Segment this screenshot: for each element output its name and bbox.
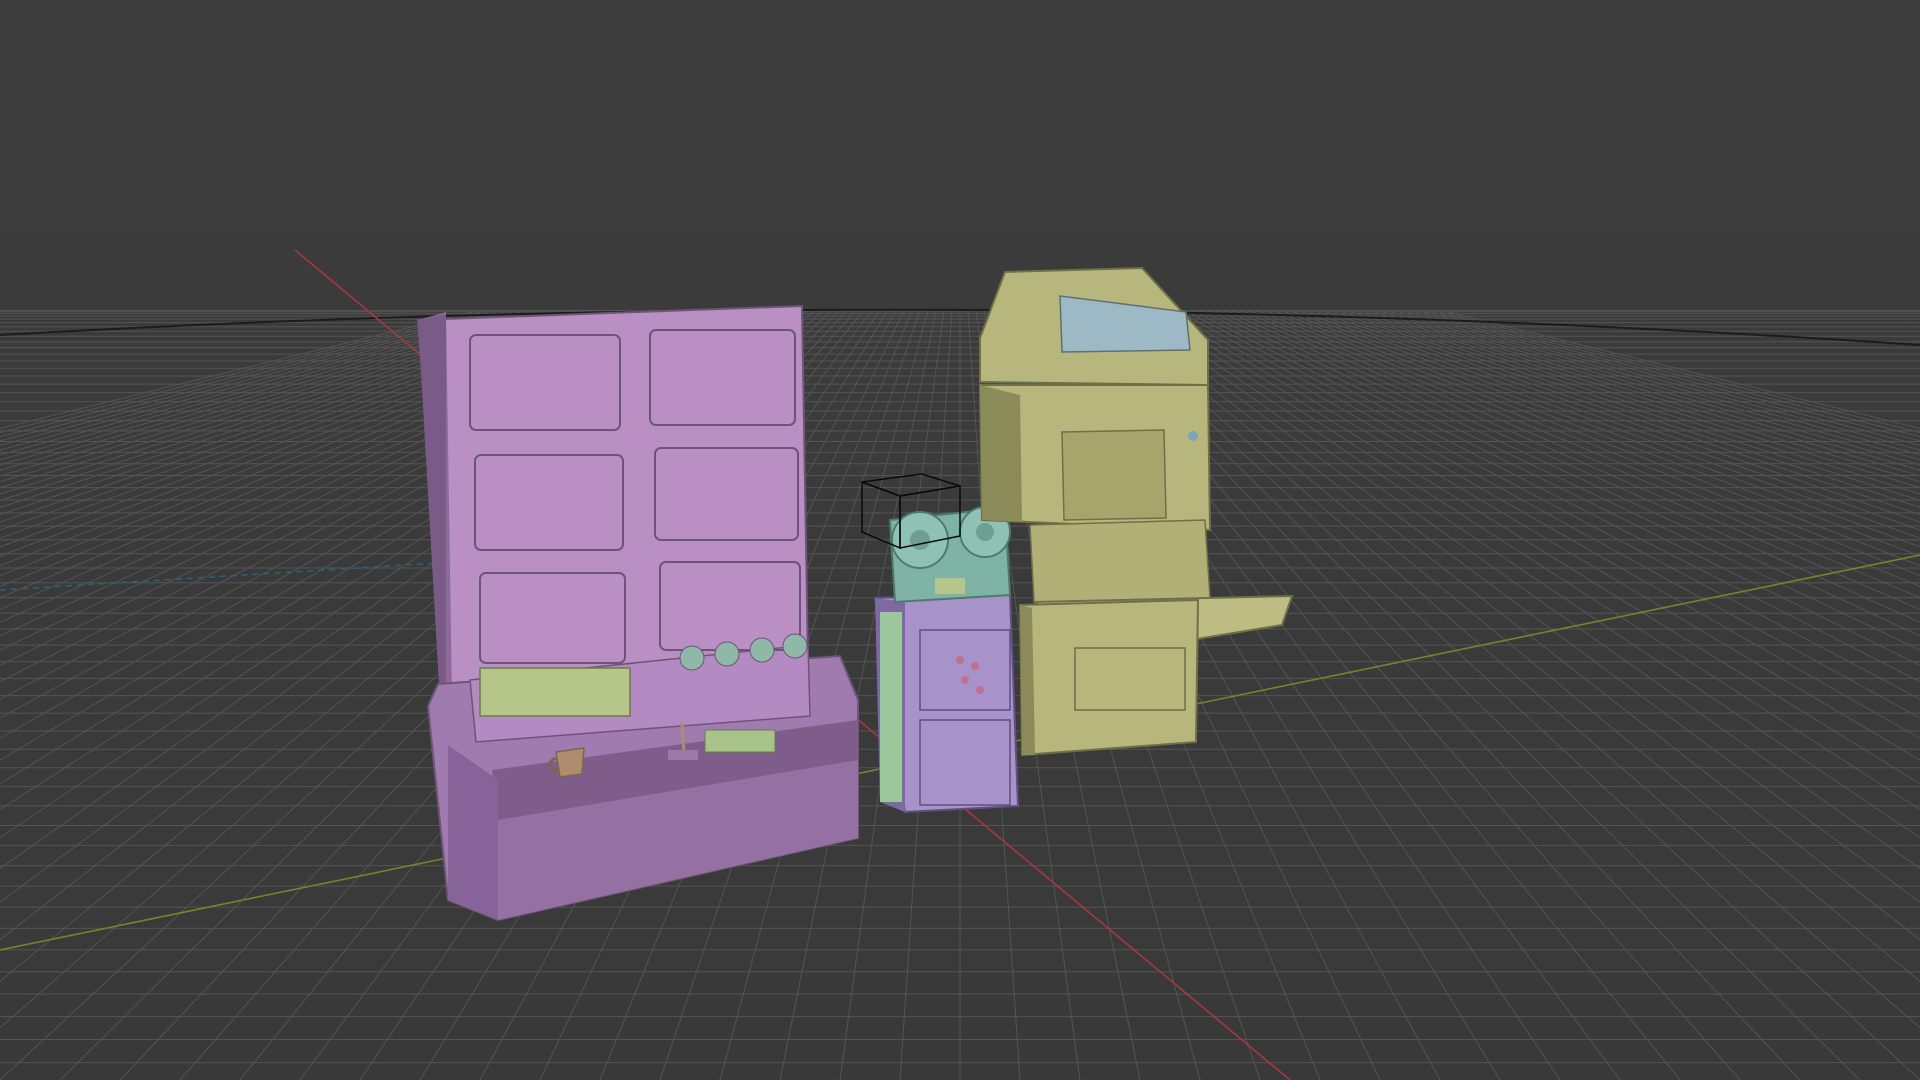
mainframe-console[interactable] — [416, 304, 859, 922]
server-rack[interactable] — [873, 592, 1020, 814]
3d-viewport[interactable] — [0, 0, 1920, 1080]
viewport-canvas[interactable] — [0, 0, 1920, 1080]
